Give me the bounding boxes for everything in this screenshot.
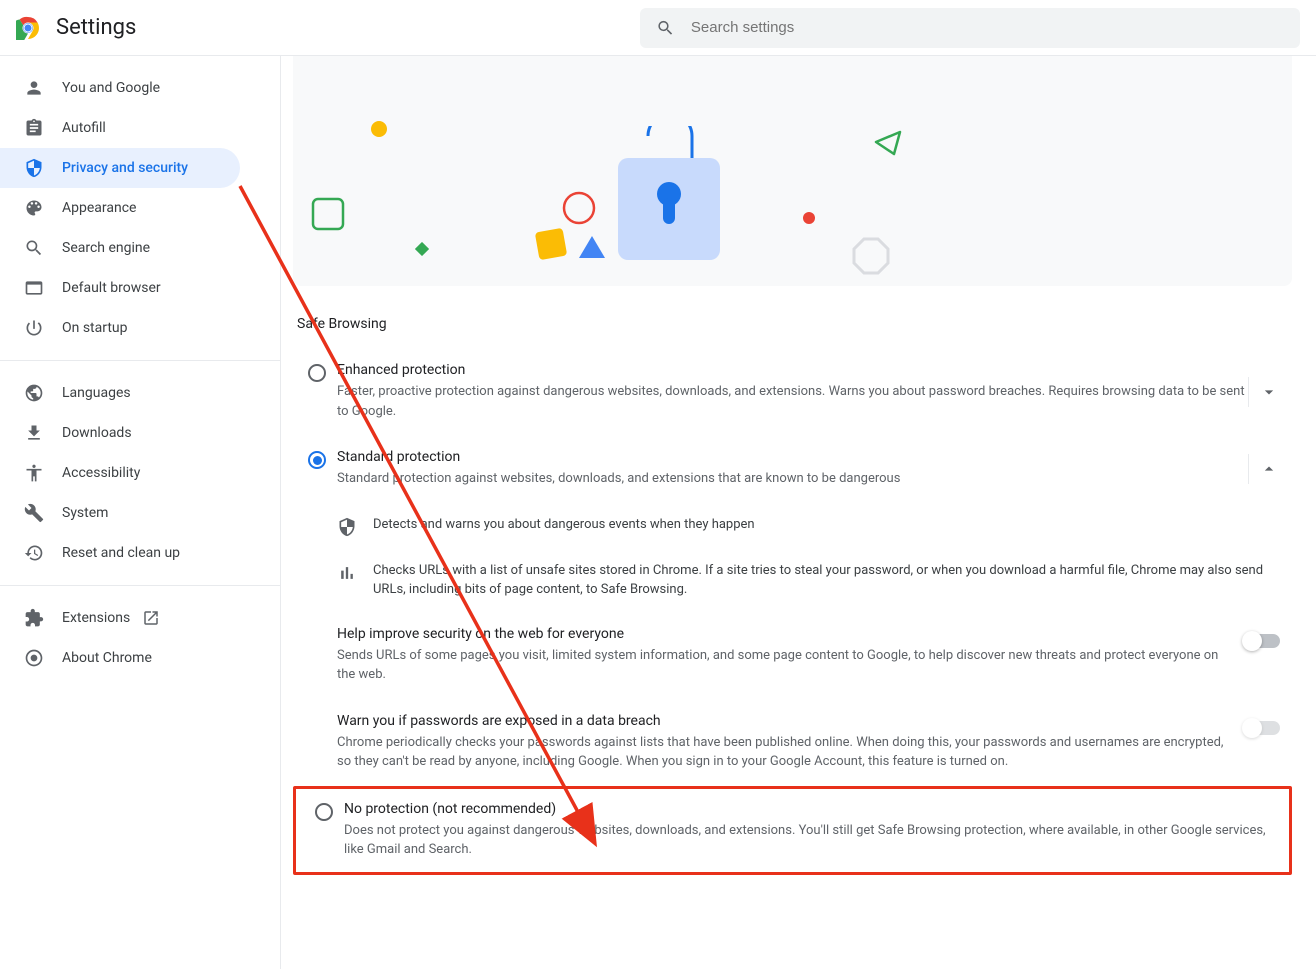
person-icon [24, 78, 44, 98]
sidebar-item-default-browser[interactable]: Default browser [0, 268, 240, 308]
sidebar-item-extensions[interactable]: Extensions [0, 598, 240, 638]
main-content: Safe Browsing Enhanced protection Faster… [280, 56, 1316, 969]
toggle-password-breach: Warn you if passwords are exposed in a d… [293, 699, 1292, 786]
detail-row: Checks URLs with a list of unsafe sites … [293, 549, 1292, 612]
nav-label: Downloads [62, 425, 132, 441]
search-icon [656, 18, 675, 38]
nav-label: Languages [62, 385, 131, 401]
search-box[interactable] [640, 8, 1300, 48]
extension-icon [24, 608, 44, 628]
nav-label: Privacy and security [62, 160, 188, 176]
toggle-title: Warn you if passwords are exposed in a d… [337, 713, 1224, 729]
option-no-protection[interactable]: No protection (not recommended) Does not… [300, 797, 1285, 864]
sidebar-item-autofill[interactable]: Autofill [0, 108, 240, 148]
collapse-button[interactable] [1248, 454, 1288, 484]
palette-icon [24, 198, 44, 218]
option-title: No protection (not recommended) [344, 801, 1281, 817]
toggle-switch[interactable] [1244, 721, 1280, 735]
hero-illustration [293, 56, 1292, 286]
sidebar-item-about[interactable]: About Chrome [0, 638, 240, 678]
sidebar-item-downloads[interactable]: Downloads [0, 413, 240, 453]
nav-label: Reset and clean up [62, 545, 180, 561]
sidebar-item-privacy-security[interactable]: Privacy and security [0, 148, 240, 188]
toggle-desc: Sends URLs of some pages you visit, limi… [337, 646, 1224, 685]
globe-icon [24, 383, 44, 403]
detail-row: Detects and warns you about dangerous ev… [293, 503, 1292, 549]
download-icon [24, 423, 44, 443]
detail-text: Checks URLs with a list of unsafe sites … [373, 561, 1292, 600]
nav-label: Appearance [62, 200, 136, 216]
chevron-up-icon [1259, 459, 1279, 479]
option-desc: Standard protection against websites, do… [337, 469, 1248, 489]
nav-label: Accessibility [62, 465, 140, 481]
nav-label: About Chrome [62, 650, 152, 666]
nav-label: On startup [62, 320, 128, 336]
search-icon [24, 238, 44, 258]
browser-icon [24, 278, 44, 298]
radio-standard[interactable] [308, 451, 326, 469]
sidebar-item-languages[interactable]: Languages [0, 373, 240, 413]
open-external-icon [142, 609, 160, 627]
radio-no-protection[interactable] [315, 803, 333, 821]
page-title: Settings [56, 15, 136, 40]
sidebar-item-appearance[interactable]: Appearance [0, 188, 240, 228]
toggle-help-improve: Help improve security on the web for eve… [293, 612, 1292, 699]
sidebar: You and Google Autofill Privacy and secu… [0, 56, 280, 969]
divider [0, 360, 280, 361]
radio-enhanced[interactable] [308, 364, 326, 382]
highlight-annotation: No protection (not recommended) Does not… [293, 786, 1292, 875]
option-enhanced-protection[interactable]: Enhanced protection Faster, proactive pr… [293, 348, 1292, 435]
nav-label: System [62, 505, 108, 521]
accessibility-icon [24, 463, 44, 483]
option-title: Standard protection [337, 449, 1248, 465]
power-icon [24, 318, 44, 338]
divider [0, 585, 280, 586]
wrench-icon [24, 503, 44, 523]
sidebar-item-accessibility[interactable]: Accessibility [0, 453, 240, 493]
sidebar-item-system[interactable]: System [0, 493, 240, 533]
sidebar-item-you-and-google[interactable]: You and Google [0, 68, 240, 108]
nav-label: You and Google [62, 80, 160, 96]
detail-text: Detects and warns you about dangerous ev… [373, 515, 1292, 535]
chevron-down-icon [1259, 382, 1279, 402]
restore-icon [24, 543, 44, 563]
expand-button[interactable] [1248, 377, 1288, 407]
nav-label: Search engine [62, 240, 150, 256]
option-standard-protection[interactable]: Standard protection Standard protection … [293, 435, 1292, 503]
bar-chart-icon [337, 563, 357, 583]
shield-icon [337, 517, 357, 537]
section-title: Safe Browsing [297, 316, 1292, 332]
sidebar-item-search-engine[interactable]: Search engine [0, 228, 240, 268]
chrome-logo-icon [16, 16, 40, 40]
nav-label: Autofill [62, 120, 106, 136]
option-desc: Does not protect you against dangerous w… [344, 821, 1281, 860]
shield-icon [24, 158, 44, 178]
nav-label: Extensions [62, 610, 130, 626]
nav-label: Default browser [62, 280, 161, 296]
toggle-desc: Chrome periodically checks your password… [337, 733, 1224, 772]
option-desc: Faster, proactive protection against dan… [337, 382, 1248, 421]
search-input[interactable] [691, 19, 1284, 36]
clipboard-icon [24, 118, 44, 138]
header: Settings [0, 0, 1316, 56]
sidebar-item-on-startup[interactable]: On startup [0, 308, 240, 348]
sidebar-item-reset[interactable]: Reset and clean up [0, 533, 240, 573]
toggle-switch[interactable] [1244, 634, 1280, 648]
chrome-outline-icon [24, 648, 44, 668]
toggle-title: Help improve security on the web for eve… [337, 626, 1224, 642]
option-title: Enhanced protection [337, 362, 1248, 378]
